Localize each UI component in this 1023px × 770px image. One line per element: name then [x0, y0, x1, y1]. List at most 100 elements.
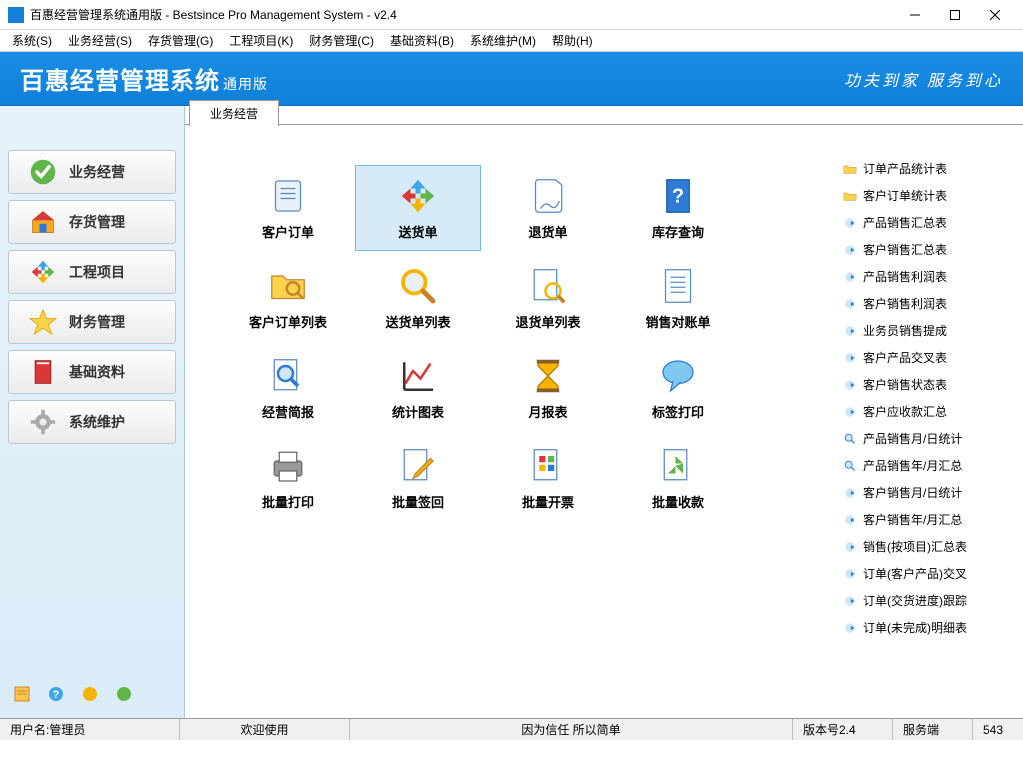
- grid-label: 批量开票: [522, 492, 574, 511]
- report-link-2[interactable]: 产品销售汇总表: [843, 209, 1013, 236]
- mag-b-icon: [843, 432, 857, 446]
- minimize-button[interactable]: [895, 1, 935, 29]
- menu-item[interactable]: 业务经营(S): [60, 30, 140, 51]
- report-link-17[interactable]: 订单(未完成)明细表: [843, 614, 1013, 641]
- link-label: 订单(未完成)明细表: [863, 619, 967, 636]
- refresh-icon[interactable]: [82, 686, 98, 702]
- report-link-9[interactable]: 客户应收款汇总: [843, 398, 1013, 425]
- link-label: 客户销售利润表: [863, 295, 947, 312]
- power-icon[interactable]: [116, 686, 132, 702]
- doc-blocks-icon: [528, 446, 568, 486]
- nav-button-0[interactable]: 业务经营: [8, 150, 176, 194]
- menu-item[interactable]: 系统(S): [4, 30, 60, 51]
- grid-item-4[interactable]: 客户订单列表: [225, 255, 351, 341]
- menu-item[interactable]: 工程项目(K): [221, 30, 301, 51]
- grid-label: 批量打印: [262, 492, 314, 511]
- chart-icon: [398, 356, 438, 396]
- bookhelp-icon: ?: [658, 176, 698, 216]
- doc-recycle-icon: [658, 446, 698, 486]
- report-link-3[interactable]: 客户销售汇总表: [843, 236, 1013, 263]
- grid-item-5[interactable]: 送货单列表: [355, 255, 481, 341]
- nav-label: 基础资料: [69, 362, 125, 382]
- report-link-12[interactable]: 客户销售月/日统计: [843, 479, 1013, 506]
- menu-item[interactable]: 财务管理(C): [301, 30, 382, 51]
- close-button[interactable]: [975, 1, 1015, 29]
- grid-label: 客户订单: [262, 222, 314, 241]
- grid-item-14[interactable]: 批量开票: [485, 435, 611, 521]
- arrow-b-icon: [843, 540, 857, 554]
- nav-button-3[interactable]: 财务管理: [8, 300, 176, 344]
- grid-item-3[interactable]: ? 库存查询: [615, 165, 741, 251]
- grid-item-0[interactable]: 客户订单: [225, 165, 351, 251]
- report-link-1[interactable]: 客户订单统计表: [843, 182, 1013, 209]
- window-title: 百惠经营管理系统通用版 - Bestsince Pro Management S…: [30, 6, 895, 23]
- grid-label: 统计图表: [392, 402, 444, 421]
- book-icon: [29, 358, 57, 386]
- grid-label: 库存查询: [652, 222, 704, 241]
- menu-item[interactable]: 系统维护(M): [462, 30, 544, 51]
- nav-button-4[interactable]: 基础资料: [8, 350, 176, 394]
- report-link-8[interactable]: 客户销售状态表: [843, 371, 1013, 398]
- link-label: 订单(交货进度)跟踪: [863, 592, 967, 609]
- report-link-13[interactable]: 客户销售年/月汇总: [843, 506, 1013, 533]
- report-link-7[interactable]: 客户产品交叉表: [843, 344, 1013, 371]
- report-link-11[interactable]: 产品销售年/月汇总: [843, 452, 1013, 479]
- tab-active[interactable]: 业务经营: [189, 100, 279, 126]
- grid-label: 标签打印: [652, 402, 704, 421]
- report-link-15[interactable]: 订单(客户产品)交叉: [843, 560, 1013, 587]
- arrow-b-icon: [843, 378, 857, 392]
- grid-item-2[interactable]: 退货单: [485, 165, 611, 251]
- nav-button-2[interactable]: 工程项目: [8, 250, 176, 294]
- grid-item-11[interactable]: 标签打印: [615, 345, 741, 431]
- grid-item-10[interactable]: 月报表: [485, 345, 611, 431]
- menu-item[interactable]: 存货管理(G): [140, 30, 221, 51]
- link-label: 产品销售汇总表: [863, 214, 947, 231]
- sheet-icon: [528, 176, 568, 216]
- report-link-14[interactable]: 销售(按项目)汇总表: [843, 533, 1013, 560]
- grid-label: 客户订单列表: [249, 312, 327, 331]
- grid-item-7[interactable]: 销售对账单: [615, 255, 741, 341]
- nav-button-1[interactable]: 存货管理: [8, 200, 176, 244]
- mag-b-icon: [843, 459, 857, 473]
- svg-text:?: ?: [53, 689, 60, 701]
- grid-item-1[interactable]: 送货单: [355, 165, 481, 251]
- grid-item-9[interactable]: 统计图表: [355, 345, 481, 431]
- title-bar: 百惠经营管理系统通用版 - Bestsince Pro Management S…: [0, 0, 1023, 30]
- grid-label: 退货单: [528, 222, 567, 241]
- sidebar-bottom-icons: ?: [8, 678, 176, 710]
- note-icon[interactable]: [14, 686, 30, 702]
- link-label: 业务员销售提成: [863, 322, 947, 339]
- report-link-16[interactable]: 订单(交货进度)跟踪: [843, 587, 1013, 614]
- printer-icon: [268, 446, 308, 486]
- star-icon: [29, 308, 57, 336]
- arrow-b-icon: [843, 270, 857, 284]
- help-icon[interactable]: ?: [48, 686, 64, 702]
- grid-item-12[interactable]: 批量打印: [225, 435, 351, 521]
- grid-item-13[interactable]: 批量签回: [355, 435, 481, 521]
- nav-label: 存货管理: [69, 212, 125, 232]
- report-link-0[interactable]: 订单产品统计表: [843, 155, 1013, 182]
- status-user: 用户名:管理员: [0, 719, 180, 740]
- doc-edit-icon: [398, 446, 438, 486]
- grid-item-15[interactable]: 批量收款: [615, 435, 741, 521]
- arrow-b-icon: [843, 594, 857, 608]
- menu-item[interactable]: 帮助(H): [544, 30, 601, 51]
- grid-item-6[interactable]: 退货单列表: [485, 255, 611, 341]
- grid-label: 批量签回: [392, 492, 444, 511]
- nav-label: 工程项目: [69, 262, 125, 282]
- report-link-6[interactable]: 业务员销售提成: [843, 317, 1013, 344]
- nav-button-5[interactable]: 系统维护: [8, 400, 176, 444]
- link-label: 客户销售汇总表: [863, 241, 947, 258]
- menu-item[interactable]: 基础资料(B): [382, 30, 462, 51]
- bubble-icon: [658, 356, 698, 396]
- arrows-icon: [398, 176, 438, 216]
- grid-item-8[interactable]: 经营简报: [225, 345, 351, 431]
- svg-text:?: ?: [672, 185, 684, 207]
- grid-label: 月报表: [528, 402, 567, 421]
- report-link-4[interactable]: 产品销售利润表: [843, 263, 1013, 290]
- maximize-button[interactable]: [935, 1, 975, 29]
- arrow-b-icon: [843, 243, 857, 257]
- report-link-10[interactable]: 产品销售月/日统计: [843, 425, 1013, 452]
- report-link-5[interactable]: 客户销售利润表: [843, 290, 1013, 317]
- scroll-icon: [268, 176, 308, 216]
